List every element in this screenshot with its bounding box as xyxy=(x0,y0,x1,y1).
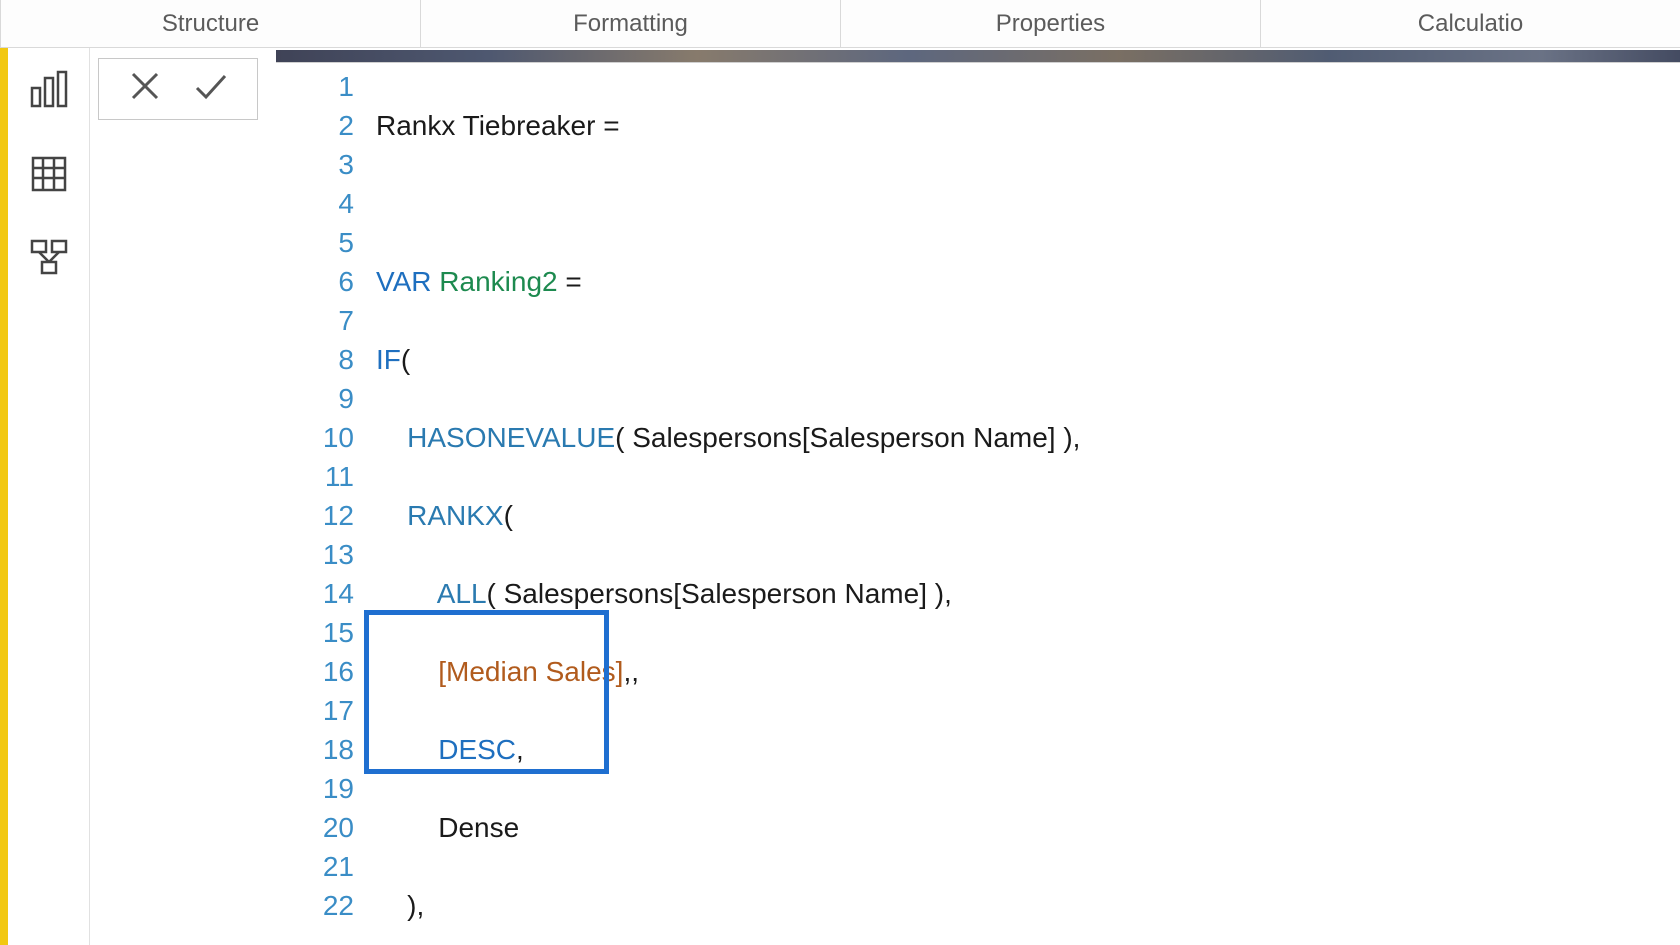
line-num: 22 xyxy=(276,886,354,925)
model-view-icon[interactable] xyxy=(27,236,71,280)
commit-formula-button[interactable] xyxy=(191,66,231,113)
decorative-image-strip xyxy=(276,50,1680,62)
line-num: 13 xyxy=(276,535,354,574)
tab-calculation[interactable]: Calculatio xyxy=(1261,0,1680,48)
line-num: 3 xyxy=(276,145,354,184)
code-line: ), xyxy=(376,886,1680,925)
code-line: Rankx Tiebreaker = xyxy=(376,106,1680,145)
cancel-formula-button[interactable] xyxy=(125,66,165,113)
code-line: IF( xyxy=(376,340,1680,379)
line-num: 14 xyxy=(276,574,354,613)
line-num: 21 xyxy=(276,847,354,886)
code-line: ALL( Salespersons[Salesperson Name] ), xyxy=(376,574,1680,613)
line-num: 12 xyxy=(276,496,354,535)
line-num: 20 xyxy=(276,808,354,847)
line-num: 11 xyxy=(276,457,354,496)
code-line: VAR Ranking2 = xyxy=(376,262,1680,301)
line-number-gutter: 1 2 3 4 5 6 7 8 9 10 11 12 13 14 15 16 1… xyxy=(276,63,366,945)
line-num: 8 xyxy=(276,340,354,379)
line-num: 6 xyxy=(276,262,354,301)
line-num: 2 xyxy=(276,106,354,145)
line-num: 7 xyxy=(276,301,354,340)
formula-bar: 1 2 3 4 5 6 7 8 9 10 11 12 13 14 15 16 1… xyxy=(90,48,1680,945)
tab-formatting[interactable]: Formatting xyxy=(421,0,841,48)
tab-properties[interactable]: Properties xyxy=(841,0,1261,48)
tab-structure[interactable]: Structure xyxy=(0,0,421,48)
line-num: 18 xyxy=(276,730,354,769)
formula-confirm-box xyxy=(98,58,258,120)
dax-editor[interactable]: 1 2 3 4 5 6 7 8 9 10 11 12 13 14 15 16 1… xyxy=(276,62,1680,945)
line-num: 15 xyxy=(276,613,354,652)
line-num: 17 xyxy=(276,691,354,730)
view-rail xyxy=(8,48,90,945)
line-num: 19 xyxy=(276,769,354,808)
data-view-icon[interactable] xyxy=(27,152,71,196)
dax-code[interactable]: Rankx Tiebreaker = VAR Ranking2 = IF( HA… xyxy=(376,63,1680,945)
code-line: DESC, xyxy=(376,730,1680,769)
code-line xyxy=(376,184,1680,223)
line-num: 9 xyxy=(276,379,354,418)
code-line: [Median Sales],, xyxy=(376,652,1680,691)
ribbon-tabs: Structure Formatting Properties Calculat… xyxy=(0,0,1680,48)
active-app-stripe xyxy=(0,48,8,945)
code-line: Dense xyxy=(376,808,1680,847)
line-num: 16 xyxy=(276,652,354,691)
report-view-icon[interactable] xyxy=(27,68,71,112)
line-num: 4 xyxy=(276,184,354,223)
line-num: 5 xyxy=(276,223,354,262)
line-num: 10 xyxy=(276,418,354,457)
code-line: HASONEVALUE( Salespersons[Salesperson Na… xyxy=(376,418,1680,457)
line-num: 1 xyxy=(276,67,354,106)
code-line: RANKX( xyxy=(376,496,1680,535)
